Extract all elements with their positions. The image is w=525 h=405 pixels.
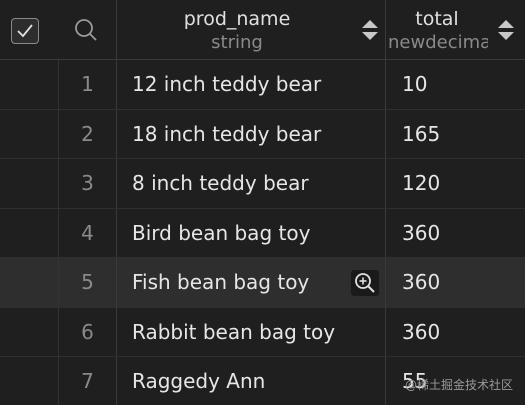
row-index: 7	[58, 357, 116, 405]
grid-rows: 1 12 inch teddy bear 10 2 18 inch teddy …	[0, 60, 525, 405]
table-row[interactable]: 1 12 inch teddy bear 10	[0, 60, 525, 110]
table-row[interactable]: 2 18 inch teddy bear 165	[0, 109, 525, 159]
row-index: 2	[58, 109, 116, 158]
column-header-total[interactable]: total newdecima	[385, 0, 525, 60]
table-row-hovered[interactable]: 5 Fish bean bag toy 360	[0, 258, 525, 308]
zoom-in-icon	[355, 273, 375, 293]
watermark: @稀土掘金技术社区	[404, 378, 513, 392]
cell-prod-name[interactable]: 12 inch teddy bear	[116, 60, 385, 109]
row-index: 5	[58, 258, 116, 307]
result-grid: prod_name string total newdecima 1 12 in…	[0, 0, 525, 405]
select-all-checkbox[interactable]	[11, 18, 39, 44]
cell-total[interactable]: 165	[385, 109, 525, 158]
cell-prod-name[interactable]: Fish bean bag toy	[116, 258, 385, 307]
cell-total[interactable]: 360	[385, 307, 525, 356]
cell-prod-name[interactable]: Bird bean bag toy	[116, 208, 385, 257]
row-index: 6	[58, 307, 116, 356]
zoom-in-button[interactable]	[351, 270, 379, 296]
column-type: string	[211, 32, 263, 53]
search-icon[interactable]	[73, 17, 99, 43]
sort-icon[interactable]	[361, 19, 379, 41]
cell-prod-name[interactable]: 18 inch teddy bear	[116, 109, 385, 158]
cell-prod-name[interactable]: Raggedy Ann	[116, 357, 385, 405]
cell-prod-name[interactable]: 8 inch teddy bear	[116, 159, 385, 208]
row-index: 1	[58, 60, 116, 109]
column-header-prod-name[interactable]: prod_name string	[116, 0, 385, 60]
grid-header: prod_name string total newdecima	[0, 0, 525, 60]
cell-total[interactable]: 120	[385, 159, 525, 208]
table-row[interactable]: 3 8 inch teddy bear 120	[0, 159, 525, 209]
check-icon	[17, 24, 33, 38]
cell-total[interactable]: 360	[385, 208, 525, 257]
select-all-cell	[0, 0, 50, 60]
table-row[interactable]: 4 Bird bean bag toy 360	[0, 208, 525, 258]
row-index: 4	[58, 208, 116, 257]
sort-icon[interactable]	[497, 19, 515, 41]
row-index: 3	[58, 159, 116, 208]
table-row[interactable]: 6 Rabbit bean bag toy 360	[0, 307, 525, 357]
search-cell	[58, 0, 116, 60]
column-name: prod_name	[183, 8, 291, 30]
cell-total[interactable]: 360	[385, 258, 525, 307]
column-name: total	[415, 8, 459, 30]
cell-total[interactable]: 10	[385, 60, 525, 109]
column-type: newdecima	[388, 32, 488, 53]
cell-prod-name[interactable]: Rabbit bean bag toy	[116, 307, 385, 356]
